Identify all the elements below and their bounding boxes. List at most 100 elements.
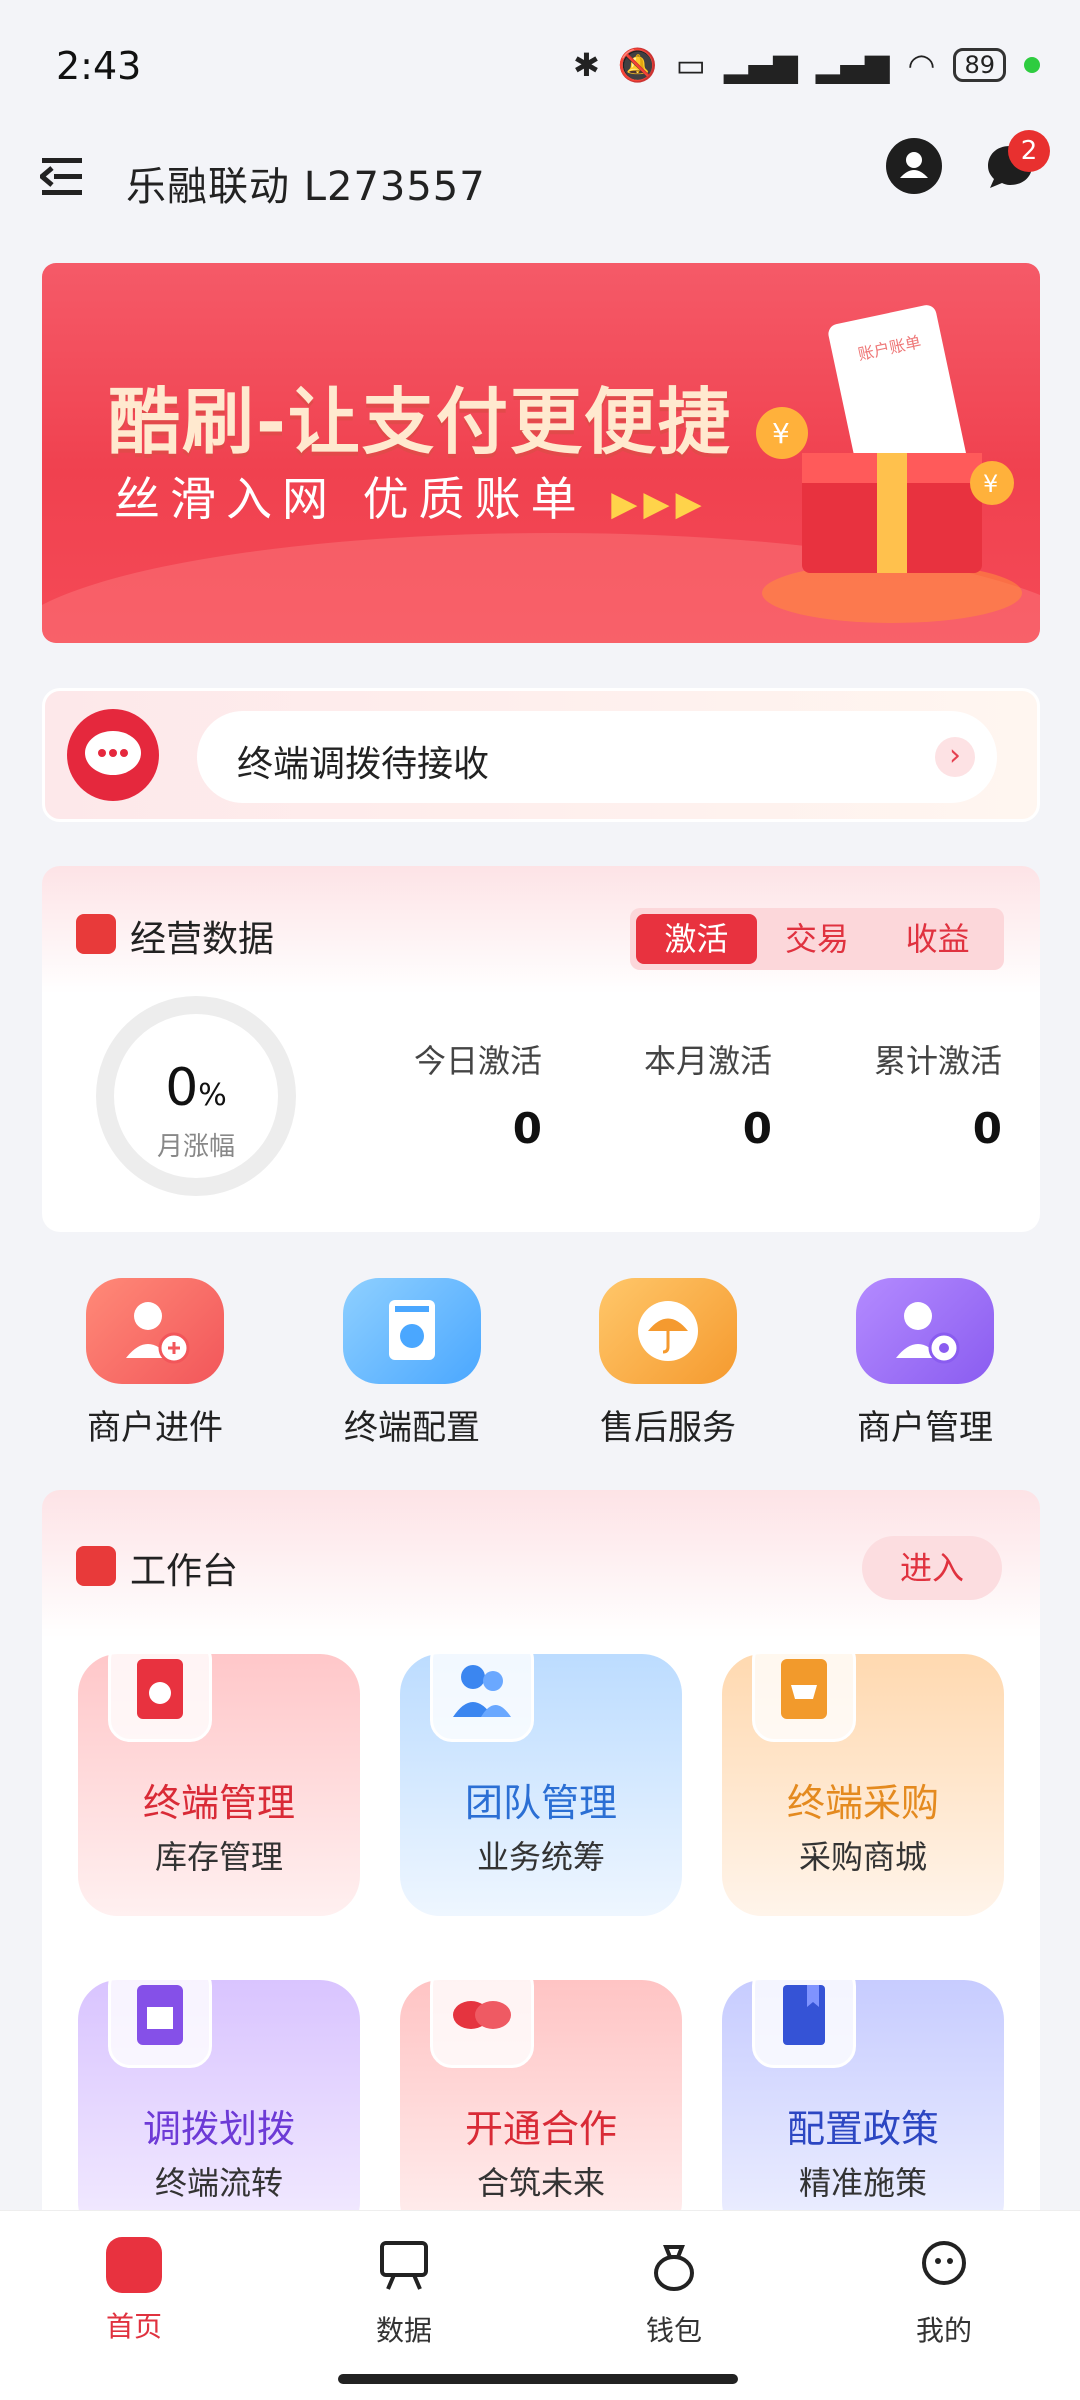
tile-title: 团队管理 [464,1781,617,1825]
message-badge: 2 [1008,130,1050,172]
stat-total: 累计激活 0 [802,1036,1002,1153]
quick-after-sales[interactable]: 售后服务 [568,1278,768,1449]
chat-bubble-icon [67,709,159,801]
growth-number: 0 [165,1058,199,1118]
tile-title: 配置政策 [786,2107,939,2151]
tile-team-manage[interactable]: 团队管理 业务统筹 [400,1638,682,1916]
growth-value: 0% [114,1058,278,1118]
quick-label: 售后服务 [600,1408,736,1448]
signal-icon: ▂▄▆ [723,46,798,84]
wifi-icon: ◠ [907,46,936,84]
nav-label: 数据 [375,2314,432,2347]
home-icon [106,2237,162,2293]
stat-value: 0 [972,1104,1002,1153]
tab-transaction[interactable]: 交易 [757,914,878,964]
tile-title: 调拨划拨 [142,2107,295,2151]
bottom-nav: 首页 数据 钱包 我的 [0,2210,1080,2400]
business-data-card: 经营数据 激活 交易 收益 0% 月涨幅 今日激活 0 本月激活 0 累计激活 … [42,866,1040,1232]
workbench-card: 工作台 进入 终端管理 库存管理 团队管理 业务统筹 终端采购 采购商城 调拨划… [42,1490,1040,2242]
notice-pill[interactable]: 终端调拨待接收 › [197,711,997,803]
bluetooth-icon: ✱ [572,46,600,84]
tile-sub: 库存管理 [154,1838,283,1876]
stat-value: 0 [742,1104,772,1153]
stat-value: 0 [512,1104,542,1153]
nav-mine[interactable]: 我的 [864,2237,1024,2349]
signal-2-icon: ▂▄▆ [815,46,890,84]
quick-label: 商户管理 [857,1408,993,1448]
tile-transfer[interactable]: 调拨划拨 终端流转 [78,1964,360,2242]
terminal-manage-icon [108,1638,212,1742]
promo-banner[interactable]: 酷刷-让支付更便捷 丝滑入网 优质账单 ▶▶▶ 账户账单 ¥ ¥ [42,263,1040,643]
menu-icon[interactable] [40,152,90,202]
tile-terminal-manage[interactable]: 终端管理 库存管理 [78,1638,360,1916]
handshake-icon [430,1964,534,2068]
banner-subline-text: 丝滑入网 优质账单 [114,472,587,526]
tile-terminal-purchase[interactable]: 终端采购 采购商城 [722,1638,1004,1916]
growth-unit: % [198,1078,227,1113]
chart-icon [76,914,116,954]
quick-label: 商户进件 [87,1408,223,1448]
nav-wallet[interactable]: 钱包 [594,2237,754,2349]
tab-income[interactable]: 收益 [877,914,998,964]
merchant-add-icon [86,1278,224,1384]
tile-policy-config[interactable]: 配置政策 精准施策 [722,1964,1004,2242]
quick-label: 终端配置 [344,1408,480,1448]
stat-today: 今日激活 0 [342,1036,542,1153]
tile-title: 开通合作 [464,2107,617,2151]
merchant-settings-icon [856,1278,994,1384]
stat-label: 累计激活 [873,1042,1002,1080]
workbench-title: 工作台 [130,1551,239,1592]
growth-ring: 0% 月涨幅 [96,996,296,1196]
banner-headline: 酷刷-让支付更便捷 [108,380,732,464]
stat-label: 本月激活 [643,1042,772,1080]
business-tabs: 激活 交易 收益 [630,908,1004,970]
nav-label: 钱包 [645,2314,702,2347]
tile-sub: 采购商城 [798,1838,927,1876]
shopping-cart-icon [752,1638,856,1742]
notice-text: 终端调拨待接收 [237,744,490,785]
quick-terminal-config[interactable]: 终端配置 [312,1278,512,1449]
wallet-bag-icon [654,2245,694,2291]
user-icon[interactable] [886,138,942,194]
terminal-config-icon [343,1278,481,1384]
nav-data[interactable]: 数据 [324,2237,484,2349]
app-header: 乐融联动 L273557 2 [0,130,1080,250]
transfer-icon [108,1964,212,2068]
tile-cooperation[interactable]: 开通合作 合筑未来 [400,1964,682,2242]
stat-month: 本月激活 0 [572,1036,772,1153]
quick-merchant-manage[interactable]: 商户管理 [825,1278,1025,1449]
status-icons: ✱ 🔕 ▭ ▂▄▆ ▂▄▆ ◠ 89 [573,46,1040,84]
notice-bar[interactable]: 终端调拨待接收 › [42,688,1040,822]
workbench-enter-button[interactable]: 进入 [862,1536,1002,1600]
tile-title: 终端采购 [786,1781,939,1825]
umbrella-icon [599,1278,737,1384]
status-time: 2:43 [56,44,142,88]
nav-home[interactable]: 首页 [54,2237,214,2345]
banner-subline: 丝滑入网 优质账单 ▶▶▶ [114,463,708,529]
home-indicator[interactable] [338,2374,738,2384]
status-bar: 2:43 ✱ 🔕 ▭ ▂▄▆ ▂▄▆ ◠ 89 [0,0,1080,130]
active-dot-icon [1024,57,1040,73]
tile-sub: 精准施策 [798,2164,927,2202]
book-icon [752,1964,856,2068]
quick-merchant-onboard[interactable]: 商户进件 [55,1278,255,1449]
data-board-icon [380,2241,428,2290]
laptop-icon: ▭ [675,46,706,84]
workbench-icon [76,1546,116,1586]
tab-activation[interactable]: 激活 [636,914,757,964]
tile-sub: 合筑未来 [476,2164,605,2202]
arrows-icon: ▶▶▶ [611,484,708,524]
tile-sub: 业务统筹 [476,1838,605,1876]
team-icon [430,1638,534,1742]
nav-label: 我的 [915,2314,972,2347]
svg-text:¥: ¥ [983,470,998,498]
growth-label: 月涨幅 [156,1132,235,1162]
tile-sub: 终端流转 [154,2164,283,2202]
tile-title: 终端管理 [142,1781,295,1825]
stat-label: 今日激活 [413,1042,542,1080]
profile-icon [922,2241,966,2285]
svg-text:¥: ¥ [772,417,790,450]
chevron-right-icon[interactable]: › [935,737,975,777]
mute-icon: 🔕 [617,46,658,84]
business-title: 经营数据 [130,919,275,960]
